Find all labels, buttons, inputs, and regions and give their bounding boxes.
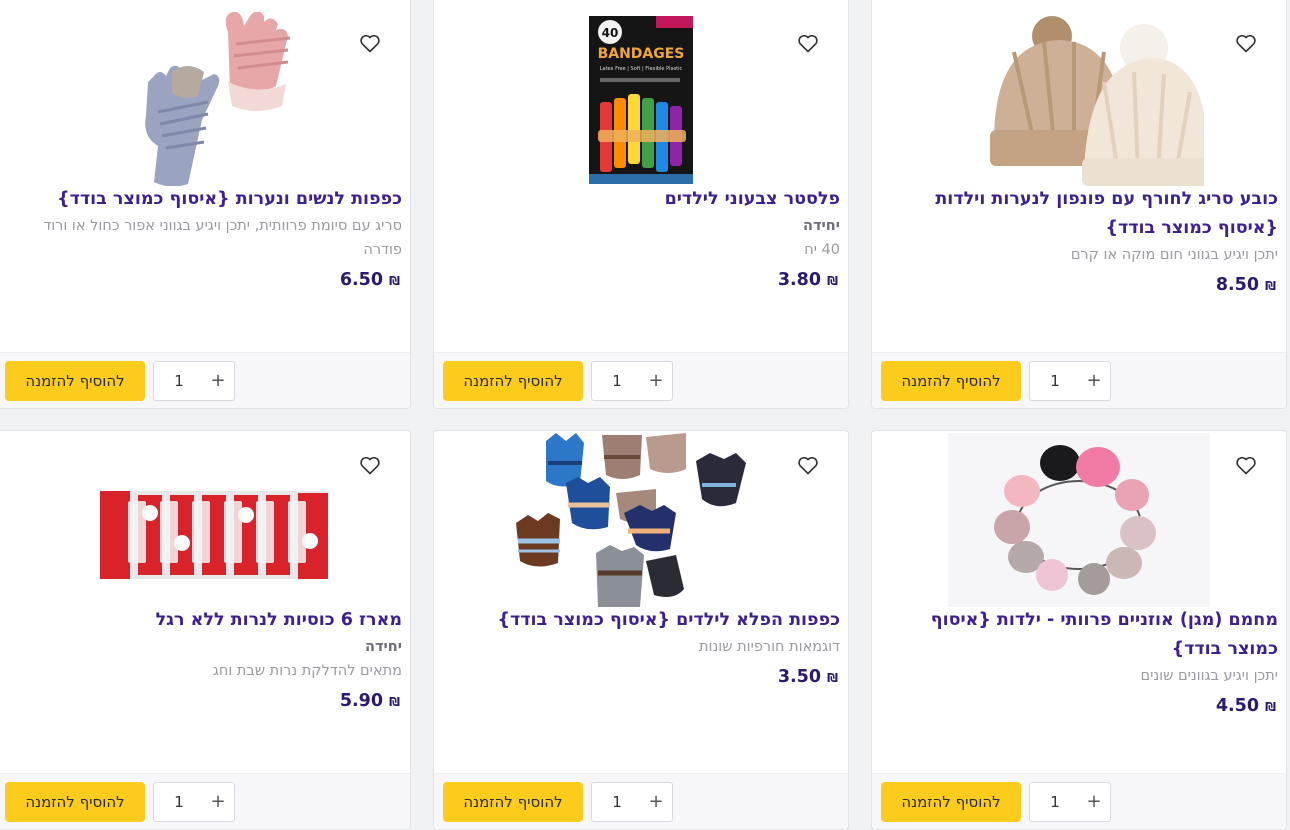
card-actions: להוסיף להזמנה 1 + — [434, 352, 848, 408]
price-value: 3.80 — [777, 270, 822, 290]
heart-icon[interactable] — [1234, 453, 1258, 477]
product-price: ₪ 3.50 — [442, 665, 840, 690]
currency-symbol: ₪ — [1265, 700, 1276, 714]
price-value: 4.50 — [1215, 696, 1260, 716]
heart-icon[interactable] — [358, 31, 382, 55]
add-to-order-button[interactable]: להוסיף להזמנה — [443, 361, 583, 401]
product-title[interactable]: מארז 6 כוסיות לנרות ללא רגל — [4, 606, 402, 635]
quantity-stepper[interactable]: 1 + — [591, 361, 673, 401]
product-description: 40 יח — [804, 242, 840, 258]
bandages-badge: 40 — [602, 26, 619, 40]
product-price: ₪ 4.50 — [880, 694, 1278, 719]
quantity-value[interactable]: 1 — [1030, 783, 1080, 821]
quantity-stepper[interactable]: 1 + — [1029, 361, 1111, 401]
product-price: ₪ 3.80 — [442, 268, 840, 293]
card-actions: להוסיף להזמנה 1 + — [872, 352, 1286, 408]
product-title[interactable]: פלסטר צבעוני לילדים — [442, 185, 840, 214]
heart-icon[interactable] — [1234, 31, 1258, 55]
card-actions: להוסיף להזמנה 1 + — [0, 352, 410, 408]
product-title[interactable]: מחמם (מגן) אוזניים פרוותי - ילדות {איסוף… — [880, 606, 1278, 664]
currency-symbol: ₪ — [827, 274, 838, 288]
plus-icon[interactable]: + — [1084, 362, 1104, 400]
product-image[interactable] — [0, 12, 410, 186]
bandages-subtitle: Latex Free | Soft | Flexible Plastic — [600, 66, 683, 72]
card-actions: להוסיף להזמנה 1 + — [872, 773, 1286, 829]
currency-symbol: ₪ — [827, 671, 838, 685]
product-price: ₪ 5.90 — [4, 689, 402, 714]
product-card: מארז 6 כוסיות לנרות ללא רגל יחידה מתאים … — [0, 430, 411, 830]
bandages-brand: BANDAGES — [598, 46, 685, 62]
product-card: 40 BANDAGES Latex Free | Soft | Flexible… — [433, 0, 849, 409]
product-description: יתכן ויגיע בגווני חום מוקה או קרם — [1070, 247, 1278, 263]
quantity-stepper[interactable]: 1 + — [1029, 782, 1111, 822]
plus-icon[interactable]: + — [646, 362, 666, 400]
product-image[interactable] — [0, 433, 410, 607]
heart-icon[interactable] — [796, 453, 820, 477]
add-to-order-button[interactable]: להוסיף להזמנה — [443, 782, 583, 822]
product-unit: יחידה — [803, 218, 840, 234]
quantity-stepper[interactable]: 1 + — [153, 361, 235, 401]
quantity-stepper[interactable]: 1 + — [153, 782, 235, 822]
product-image[interactable]: 40 BANDAGES Latex Free | Soft | Flexible… — [434, 12, 848, 186]
price-value: 6.50 — [339, 270, 384, 290]
product-price: ₪ 8.50 — [880, 273, 1278, 298]
product-image[interactable] — [434, 433, 848, 607]
quantity-value[interactable]: 1 — [592, 362, 642, 400]
product-card: כפפות לנשים ונערות {איסוף כמוצר בודד} סר… — [0, 0, 411, 409]
price-value: 3.50 — [777, 667, 822, 687]
heart-icon[interactable] — [358, 453, 382, 477]
plus-icon[interactable]: + — [646, 783, 666, 821]
product-title[interactable]: כפפות הפלא לילדים {איסוף כמוצר בודד} — [442, 606, 841, 635]
product-description: סריג עם סיומת פרוותית, יתכן ויגיע בגווני… — [43, 218, 402, 258]
product-title[interactable]: כובע סריג לחורף עם פונפון לנערות וילדות … — [880, 185, 1278, 243]
product-description: דוגמאות חורפיות שונות — [699, 639, 840, 655]
quantity-value[interactable]: 1 — [592, 783, 642, 821]
add-to-order-button[interactable]: להוסיף להזמנה — [5, 361, 145, 401]
product-unit: יחידה — [365, 639, 402, 655]
quantity-value[interactable]: 1 — [154, 362, 204, 400]
quantity-value[interactable]: 1 — [1030, 362, 1080, 400]
currency-symbol: ₪ — [389, 695, 400, 709]
add-to-order-button[interactable]: להוסיף להזמנה — [881, 361, 1021, 401]
product-image[interactable] — [872, 433, 1286, 607]
product-card: כובע סריג לחורף עם פונפון לנערות וילדות … — [871, 0, 1287, 409]
product-card: מחמם (מגן) אוזניים פרוותי - ילדות {איסוף… — [871, 430, 1287, 830]
product-description: יתכן ויגיע בגוונים שונים — [1140, 668, 1278, 684]
currency-symbol: ₪ — [1265, 279, 1276, 293]
heart-icon[interactable] — [796, 31, 820, 55]
card-actions: להוסיף להזמנה 1 + — [434, 773, 848, 829]
product-price: ₪ 6.50 — [4, 268, 402, 293]
plus-icon[interactable]: + — [1084, 783, 1104, 821]
plus-icon[interactable]: + — [208, 362, 228, 400]
product-image[interactable] — [872, 12, 1286, 186]
card-actions: להוסיף להזמנה 1 + — [0, 773, 410, 829]
product-title[interactable]: כפפות לנשים ונערות {איסוף כמוצר בודד} — [4, 185, 402, 214]
plus-icon[interactable]: + — [208, 783, 228, 821]
price-value: 5.90 — [339, 691, 384, 711]
add-to-order-button[interactable]: להוסיף להזמנה — [881, 782, 1021, 822]
price-value: 8.50 — [1215, 275, 1260, 295]
product-card: כפפות הפלא לילדים {איסוף כמוצר בודד} דוג… — [433, 430, 849, 830]
add-to-order-button[interactable]: להוסיף להזמנה — [5, 782, 145, 822]
product-description: מתאים להדלקת נרות שבת וחג — [212, 663, 402, 679]
quantity-stepper[interactable]: 1 + — [591, 782, 673, 822]
quantity-value[interactable]: 1 — [154, 783, 204, 821]
currency-symbol: ₪ — [389, 274, 400, 288]
